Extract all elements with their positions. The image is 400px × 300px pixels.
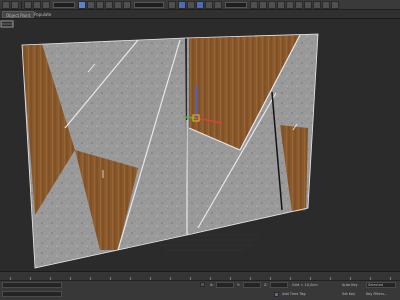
x-coord-field[interactable] [216, 282, 234, 288]
timeline-track[interactable] [0, 271, 400, 280]
schematic-view-icon[interactable] [295, 1, 303, 9]
angle-snap-icon[interactable] [187, 1, 195, 9]
toolbar-separator [21, 1, 22, 9]
prompt-line-field [2, 291, 62, 297]
y-coord-label: Y: [237, 283, 240, 287]
perspective-viewport[interactable] [0, 19, 400, 271]
bind-space-warp-icon[interactable] [42, 1, 50, 9]
link-icon[interactable] [24, 1, 32, 9]
z-coord-field[interactable] [270, 282, 288, 288]
spinner-snap-icon[interactable] [205, 1, 213, 9]
reference-coordinate-dropdown[interactable] [134, 2, 164, 8]
y-coord-field[interactable] [243, 282, 261, 288]
material-editor-icon[interactable] [304, 1, 312, 9]
select-and-move-icon[interactable] [114, 1, 122, 9]
key-filters-button[interactable]: Key Filters... [366, 291, 387, 297]
percent-snap-icon[interactable] [196, 1, 204, 9]
select-object-icon[interactable] [78, 1, 86, 9]
snaps-toggle-icon[interactable] [178, 1, 186, 9]
viewport-scene [21, 33, 319, 269]
window-crossing-icon[interactable] [105, 1, 113, 9]
status-row-top: X: Y: Z: Grid = 10,0cm Auto Key Selected [0, 282, 400, 291]
tab-populate[interactable]: Populate [31, 11, 54, 18]
x-coord-label: X: [210, 283, 214, 287]
undo-icon[interactable] [2, 1, 10, 9]
redo-icon[interactable] [11, 1, 19, 9]
unlink-icon[interactable] [33, 1, 41, 9]
set-key-button[interactable]: Set Key [342, 291, 355, 297]
named-selection-icon[interactable] [214, 1, 222, 9]
select-and-rotate-icon[interactable] [123, 1, 131, 9]
align-icon[interactable] [259, 1, 267, 9]
rectangular-selection-icon[interactable] [96, 1, 104, 9]
maxscript-listener-field[interactable] [2, 282, 62, 288]
ribbon-icon[interactable] [277, 1, 285, 9]
layer-explorer-icon[interactable] [268, 1, 276, 9]
pivot-center-icon[interactable] [168, 1, 176, 9]
grid-size-label: Grid = 10,0cm [292, 283, 318, 287]
gizmo-y-axis[interactable] [182, 116, 197, 119]
rendered-frame-window-icon[interactable] [322, 1, 330, 9]
render-setup-icon[interactable] [313, 1, 321, 9]
add-time-tag-label[interactable]: Add Time Tag [282, 291, 306, 297]
tab-object-paint[interactable]: Object Paint [2, 11, 35, 18]
status-bar: X: Y: Z: Grid = 10,0cm Auto Key Selected… [0, 280, 400, 300]
auto-key-button[interactable]: Auto Key [342, 282, 358, 288]
add-time-tag-icon[interactable] [274, 292, 279, 297]
selection-filter-dropdown[interactable] [53, 2, 75, 8]
render-production-icon[interactable] [331, 1, 339, 9]
main-toolbar [0, 0, 400, 10]
viewcube-icon[interactable] [0, 19, 14, 29]
lock-selection-icon[interactable] [200, 282, 205, 287]
select-by-name-icon[interactable] [87, 1, 95, 9]
curve-editor-icon[interactable] [286, 1, 294, 9]
z-coord-label: Z: [264, 283, 268, 287]
status-row-bottom: Add Time Tag Set Key Key Filters... [0, 291, 400, 300]
tab-bar: Object Paint Populate [0, 10, 400, 19]
named-selection-sets-dropdown[interactable] [225, 2, 247, 8]
mirror-icon[interactable] [250, 1, 258, 9]
selected-dropdown[interactable]: Selected [366, 282, 396, 288]
